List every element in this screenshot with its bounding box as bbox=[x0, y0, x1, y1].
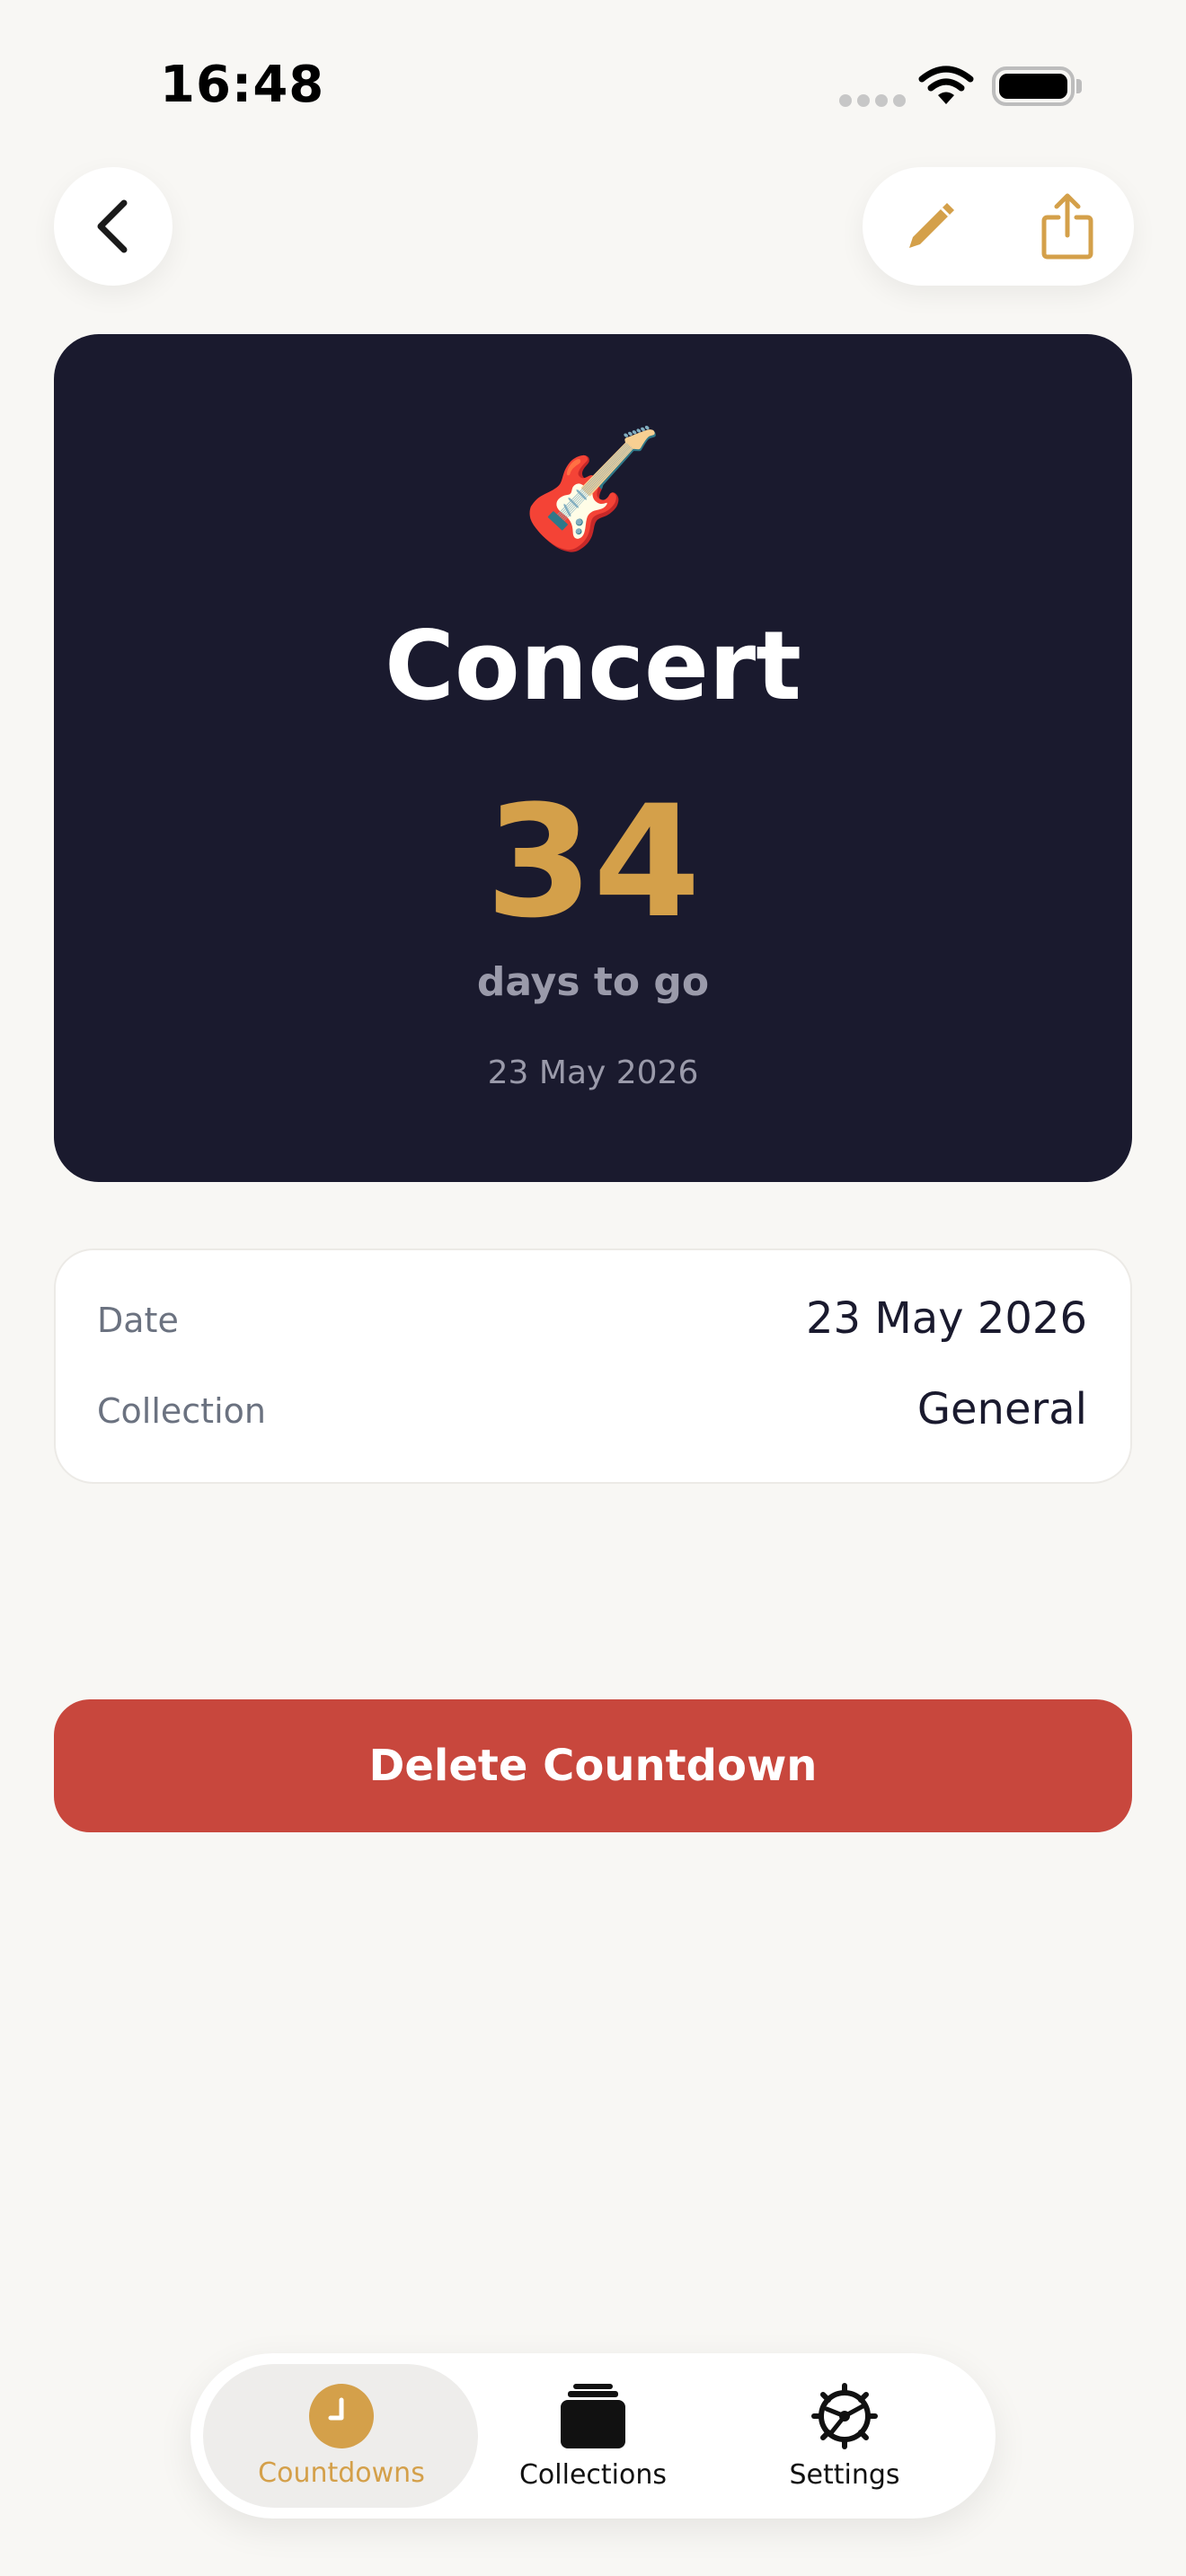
tab-countdowns-label: Countdowns bbox=[258, 2457, 425, 2489]
days-to-go-label: days to go bbox=[476, 959, 710, 1005]
guitar-icon: 🎸 bbox=[521, 422, 665, 556]
chevron-left-icon bbox=[97, 199, 128, 253]
back-button[interactable] bbox=[54, 167, 173, 286]
tab-collections-label: Collections bbox=[518, 2458, 668, 2491]
countdown-date: 23 May 2026 bbox=[487, 1054, 699, 1091]
collection-value: General bbox=[916, 1384, 1087, 1434]
collection-label: Collection bbox=[97, 1391, 266, 1431]
tab-settings-label: Settings bbox=[789, 2458, 900, 2491]
cellular-signal-icon bbox=[839, 93, 913, 108]
battery-icon bbox=[992, 66, 1075, 106]
clock-icon bbox=[309, 2383, 374, 2448]
details-card bbox=[54, 1248, 1132, 1484]
pencil-icon bbox=[909, 203, 954, 248]
countdown-title: Concert bbox=[385, 611, 801, 721]
wifi-icon bbox=[918, 66, 974, 104]
battery-tip bbox=[1076, 79, 1082, 93]
date-label: Date bbox=[97, 1301, 179, 1340]
share-button[interactable] bbox=[1026, 185, 1109, 268]
status-time: 16:48 bbox=[160, 56, 325, 114]
tab-collections[interactable]: Collections bbox=[467, 2364, 719, 2508]
delete-countdown-button[interactable]: Delete Countdown bbox=[54, 1699, 1132, 1832]
share-icon bbox=[1041, 193, 1093, 260]
tab-settings[interactable]: Settings bbox=[719, 2364, 970, 2508]
days-remaining: 34 bbox=[485, 772, 701, 952]
edit-button[interactable] bbox=[890, 185, 972, 268]
stack-icon bbox=[561, 2383, 625, 2448]
date-value: 23 May 2026 bbox=[806, 1293, 1087, 1344]
tab-countdowns[interactable]: Countdowns bbox=[216, 2364, 467, 2508]
gear-icon bbox=[811, 2382, 878, 2449]
